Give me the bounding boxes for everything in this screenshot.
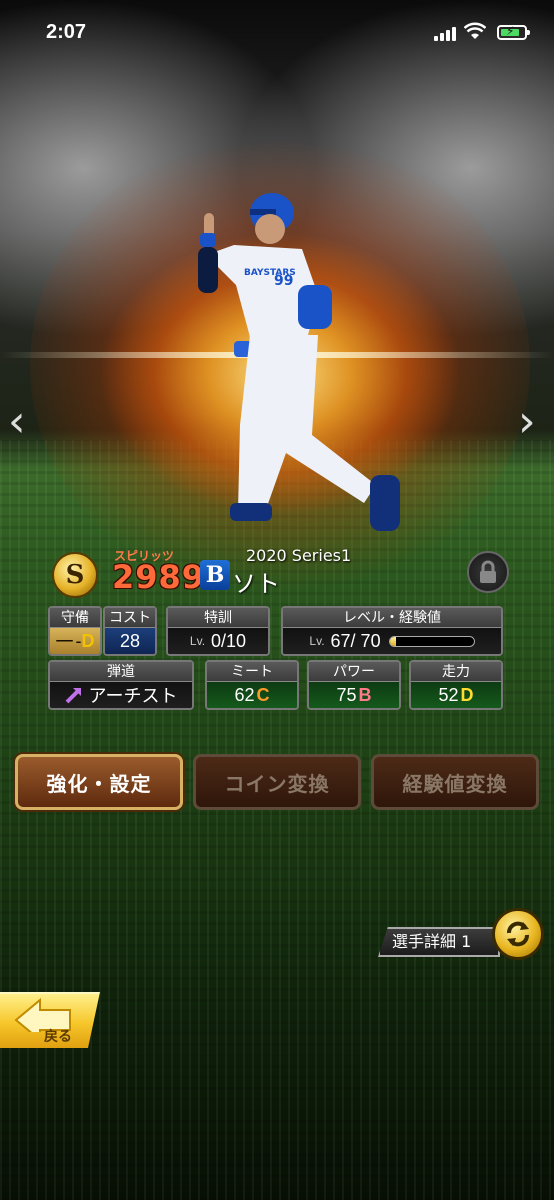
- speed-value-row: 52 D: [411, 682, 501, 708]
- meet-label: ミート: [207, 662, 297, 682]
- exp-bar: [388, 635, 475, 647]
- speed-panel: 走力 52 D: [409, 660, 503, 710]
- level-value-row: Lv. 67/ 70: [283, 628, 501, 654]
- lock-icon[interactable]: [467, 551, 509, 593]
- status-time: 2:07: [46, 21, 87, 43]
- right-arrow-icon[interactable]: ›: [518, 400, 536, 444]
- signal-icon: [434, 25, 456, 41]
- cost-panel: コスト 28: [103, 606, 157, 656]
- svg-text:BAYSTARS: BAYSTARS: [244, 268, 296, 278]
- player-figure: 99 BAYSTARS: [198, 193, 400, 531]
- back-label: 戻る: [44, 1029, 72, 1045]
- defense-value: 一 - D: [50, 628, 100, 654]
- series-label: 2020 Series1: [246, 546, 352, 565]
- training-lv-prefix: Lv.: [189, 634, 206, 648]
- left-arrow-icon[interactable]: ‹: [8, 400, 26, 444]
- training-value: 0/10: [211, 630, 247, 651]
- power-panel: パワー 75 B: [307, 660, 401, 710]
- power-value: 75: [336, 684, 357, 705]
- speed-label: 走力: [411, 662, 501, 682]
- power-grade: B: [358, 684, 372, 705]
- power-value-row: 75 B: [309, 682, 399, 708]
- wifi-icon: [464, 22, 486, 39]
- meet-value: 62: [234, 684, 255, 705]
- training-panel: 特訓 Lv. 0/10: [166, 606, 270, 656]
- battery-icon: ⚡: [497, 24, 530, 40]
- defense-label: 守備: [50, 608, 100, 628]
- team-logo-icon: B: [200, 560, 230, 590]
- spirits-coin-icon: S: [52, 552, 98, 598]
- player-detail-button[interactable]: 選手詳細 1: [378, 927, 500, 957]
- coin-convert-button[interactable]: コイン変換: [193, 754, 361, 810]
- level-value: 67/ 70: [330, 630, 381, 651]
- status-bar: 2:07 ⚡: [0, 0, 554, 66]
- meet-value-row: 62 C: [207, 682, 297, 708]
- trajectory-label: 弾道: [50, 662, 192, 682]
- defense-position: 一: [55, 632, 74, 652]
- cost-label: コスト: [105, 608, 155, 628]
- defense-panel: 守備 一 - D: [48, 606, 102, 656]
- speed-value: 52: [438, 684, 459, 705]
- training-label: 特訓: [168, 608, 268, 628]
- cost-value: 28: [105, 628, 155, 654]
- cycle-icon[interactable]: [492, 908, 544, 960]
- level-panel: レベル・経験値 Lv. 67/ 70: [281, 606, 503, 656]
- trajectory-arrow-icon: [65, 688, 81, 704]
- exp-convert-button[interactable]: 経験値変換: [371, 754, 539, 810]
- player-name: ソト: [232, 570, 280, 598]
- trajectory-value-row: アーチスト: [50, 682, 192, 708]
- level-label: レベル・経験値: [283, 608, 501, 628]
- power-label: パワー: [309, 662, 399, 682]
- exp-bar-fill: [389, 636, 397, 646]
- level-lv-prefix: Lv.: [309, 634, 325, 648]
- defense-grade: D: [81, 630, 95, 651]
- speed-grade: D: [460, 684, 474, 705]
- meet-grade: C: [256, 684, 270, 705]
- training-value-row: Lv. 0/10: [168, 628, 268, 654]
- trajectory-panel: 弾道 アーチスト: [48, 660, 194, 710]
- enhance-settings-button[interactable]: 強化・設定: [15, 754, 183, 810]
- spirits-value: 2989: [112, 558, 206, 596]
- meet-panel: ミート 62 C: [205, 660, 299, 710]
- trajectory-value: アーチスト: [88, 686, 178, 706]
